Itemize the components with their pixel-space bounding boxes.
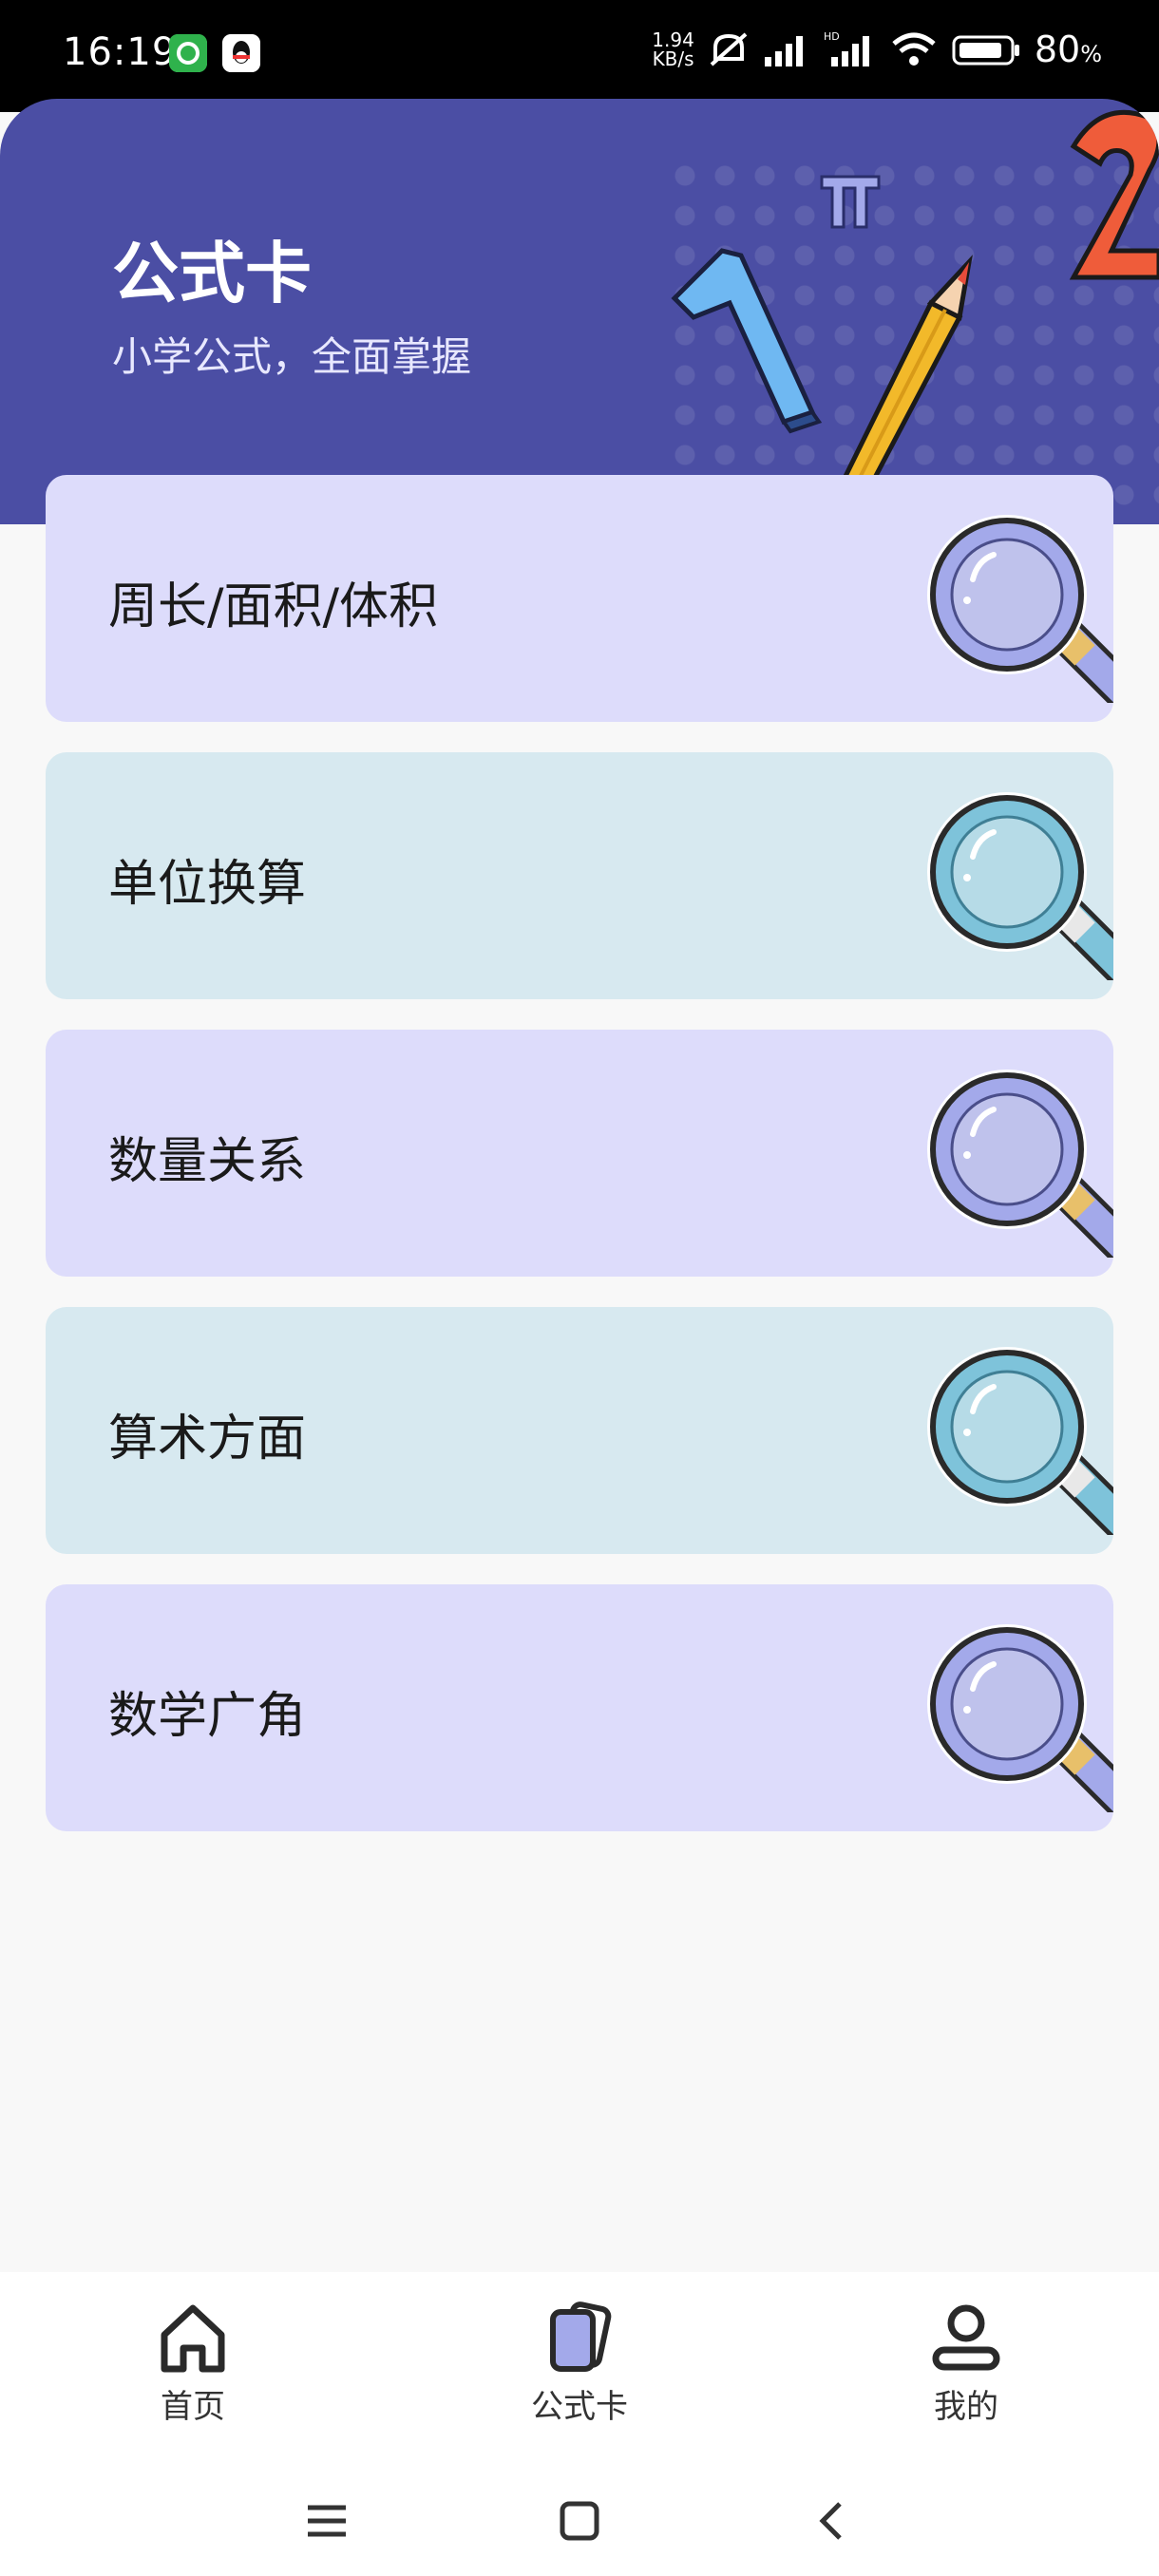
nav-item-home[interactable]: 首页 xyxy=(98,2299,288,2427)
magnifier-icon xyxy=(927,1624,1113,1812)
user-icon xyxy=(932,2304,1000,2371)
card-arithmetic[interactable]: 算术方面 xyxy=(46,1307,1113,1554)
cards-icon xyxy=(550,2301,612,2372)
status-right: 1.94 KB/s HD 80% xyxy=(652,28,1102,70)
battery-percent-unit: % xyxy=(1080,41,1102,67)
mute-icon xyxy=(710,32,748,66)
net-speed-unit: KB/s xyxy=(652,47,694,70)
battery-percent-value: 80 xyxy=(1034,28,1081,70)
qq-notification-icon xyxy=(222,34,260,72)
nav-label-home: 首页 xyxy=(161,2388,225,2426)
bottom-navigation: 首页 公式卡 我的 xyxy=(0,2272,1159,2462)
card-unit-conversion[interactable]: 单位换算 xyxy=(46,752,1113,999)
menu-icon[interactable] xyxy=(306,2500,348,2542)
card-quantity-relations[interactable]: 数量关系 xyxy=(46,1030,1113,1277)
magnifier-icon xyxy=(927,515,1113,703)
page-subtitle: 小学公式，全面掌握 xyxy=(112,333,472,380)
magnifier-icon xyxy=(927,792,1113,980)
number-two-icon xyxy=(1069,109,1159,280)
nav-label-formula-cards: 公式卡 xyxy=(531,2388,628,2426)
status-time: 16:19 xyxy=(63,30,178,74)
home-button-icon[interactable] xyxy=(559,2500,600,2542)
signal-2-hd-icon: HD xyxy=(824,30,869,66)
page-title: 公式卡 xyxy=(112,235,312,313)
header-banner: 公式卡 小学公式，全面掌握 xyxy=(0,99,1159,524)
home-icon xyxy=(161,2304,225,2373)
system-navigation-bar xyxy=(0,2462,1159,2576)
card-perimeter-area-volume[interactable]: 周长/面积/体积 xyxy=(46,475,1113,722)
pi-symbol-icon xyxy=(820,175,881,229)
svg-text:HD: HD xyxy=(824,30,840,43)
nav-item-formula-cards[interactable]: 公式卡 xyxy=(484,2299,674,2427)
card-math-wide-angle[interactable]: 数学广角 xyxy=(46,1584,1113,1831)
back-icon[interactable] xyxy=(811,2500,853,2542)
card-label: 数学广角 xyxy=(108,1688,307,1745)
net-speed-value: 1.94 xyxy=(652,28,694,51)
signal-1-icon xyxy=(764,36,803,66)
net-speed: 1.94 KB/s xyxy=(652,30,694,68)
status-bar: 16:19 1.94 KB/s HD 80% xyxy=(0,0,1159,112)
magnifier-icon xyxy=(927,1347,1113,1535)
app-notification-icon xyxy=(169,34,207,72)
card-label: 周长/面积/体积 xyxy=(108,578,439,635)
battery-icon xyxy=(952,35,1019,66)
card-label: 单位换算 xyxy=(108,856,307,913)
nav-item-mine[interactable]: 我的 xyxy=(871,2299,1061,2427)
wifi-icon xyxy=(892,32,936,66)
nav-label-mine: 我的 xyxy=(934,2388,998,2426)
magnifier-icon xyxy=(927,1070,1113,1258)
card-label: 数量关系 xyxy=(108,1133,307,1190)
battery-percent: 80% xyxy=(1035,28,1102,70)
math-decoration-illustration xyxy=(671,109,1159,524)
number-one-icon xyxy=(671,248,823,434)
card-label: 算术方面 xyxy=(108,1411,307,1468)
